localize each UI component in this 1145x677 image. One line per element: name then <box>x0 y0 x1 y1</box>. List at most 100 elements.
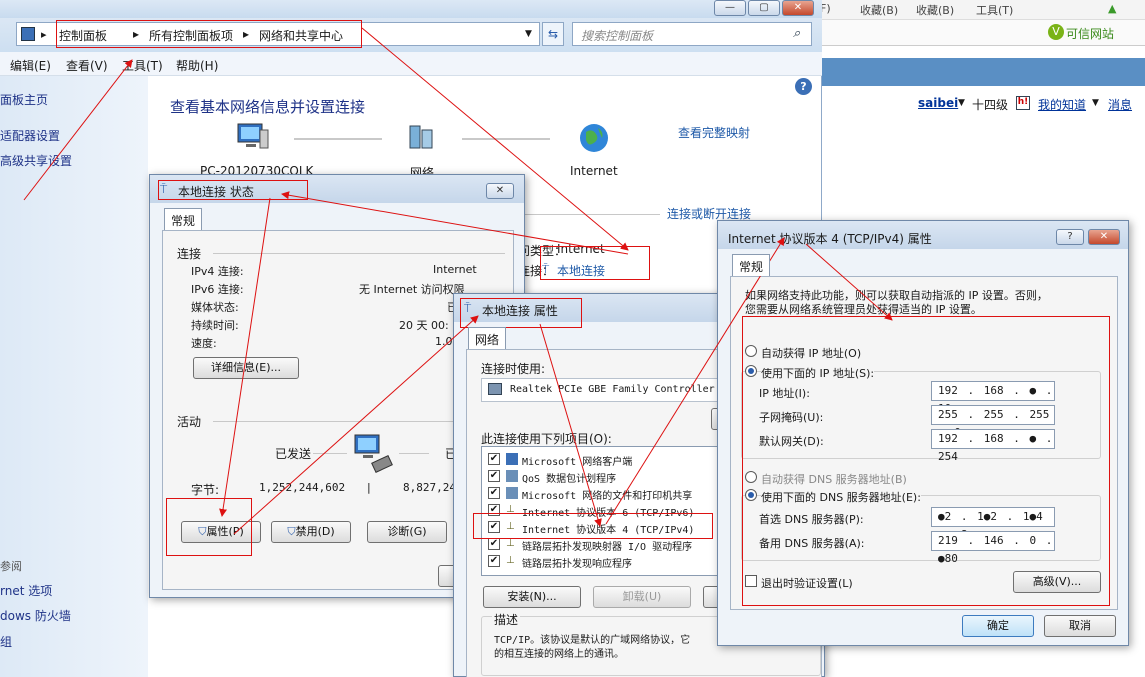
cancel-button[interactable]: 取消 <box>1044 615 1116 637</box>
cp-titlebar: — ▢ ✕ <box>0 0 822 18</box>
item-checkbox[interactable]: ✔ <box>488 555 500 567</box>
properties-button[interactable]: ⛉属性(P) <box>181 521 261 543</box>
menu-edit[interactable]: 编辑(E) <box>10 57 51 74</box>
status-row-label: 速度: <box>191 337 217 350</box>
breadcrumb-all-items[interactable]: 所有控制面板项 <box>149 27 233 44</box>
dns-alternate-label: 备用 DNS 服务器(A): <box>759 537 865 550</box>
item-checkbox[interactable]: ✔ <box>488 487 500 499</box>
search-input[interactable]: 搜索控制面板 ⌕ <box>572 22 812 46</box>
list-item-label: Internet 协议版本 6 (TCP/IPv6) <box>522 508 695 519</box>
uninstall-button[interactable]: 卸载(U) <box>593 586 691 608</box>
manual-dns-radio[interactable] <box>745 489 757 501</box>
gateway-label: 默认网关(D): <box>759 435 824 448</box>
auto-ip-radio[interactable] <box>745 345 757 357</box>
breadcrumb-separator: ▸ <box>243 27 250 41</box>
search-icon[interactable]: ⌕ <box>793 26 800 41</box>
item-checkbox[interactable]: ✔ <box>488 521 500 533</box>
diagnose-button[interactable]: 诊断(G) <box>367 521 447 543</box>
auto-dns-radio[interactable] <box>745 471 757 483</box>
computer-icon <box>236 122 270 155</box>
view-full-map-link[interactable]: 查看完整映射 <box>678 124 750 141</box>
close-button[interactable]: ✕ <box>1088 229 1120 245</box>
chevron-down-icon[interactable]: ▼ <box>958 98 965 108</box>
level-label: 十四级 <box>972 98 1009 112</box>
list-item-label: 链路层拓扑发现映射器 I/O 驱动程序 <box>522 542 693 553</box>
breadcrumb-control-panel[interactable]: 控制面板 <box>59 27 107 44</box>
trust-label[interactable]: 可信网站 <box>1066 25 1114 42</box>
chevron-down-icon[interactable]: ▼ <box>1092 98 1099 108</box>
browser-menu-item[interactable]: 收藏(B) <box>916 2 954 18</box>
browser-menu-item[interactable]: 收藏(B) <box>860 2 898 18</box>
menu-tools[interactable]: 工具(T) <box>122 57 163 74</box>
list-item-label: 链路层拓扑发现响应程序 <box>522 559 632 570</box>
close-button[interactable]: ✕ <box>782 0 814 16</box>
subnet-mask-field[interactable]: 255 . 255 . 255 . 0 <box>931 405 1055 439</box>
validate-checkbox[interactable] <box>745 575 757 587</box>
auto-dns-label[interactable]: 自动获得 DNS 服务器地址(B) <box>761 471 907 487</box>
menu-view[interactable]: 查看(V) <box>66 57 108 74</box>
status-row-value: 20 天 00: <box>399 319 449 332</box>
address-bar[interactable]: ▸ 控制面板 ▸ 所有控制面板项 ▸ 网络和共享中心 ▼ <box>16 22 540 46</box>
hi-icon: h! <box>1016 96 1030 110</box>
description-text-line2: 的相互连接的网络上的通讯。 <box>494 649 624 660</box>
item-checkbox[interactable]: ✔ <box>488 470 500 482</box>
subnet-mask-label: 子网掩码(U): <box>759 411 824 424</box>
manual-ip-label[interactable]: 使用下面的 IP 地址(S): <box>761 365 875 381</box>
ok-button[interactable]: 确定 <box>962 615 1034 637</box>
see-also-title: 参阅 <box>0 560 22 573</box>
manual-ip-radio[interactable] <box>745 365 757 377</box>
nav-adapter-settings[interactable]: 适配器设置 <box>0 127 60 144</box>
menu-help[interactable]: 帮助(H) <box>176 57 218 74</box>
nav-cp-home[interactable]: 面板主页 <box>0 91 48 108</box>
validate-label[interactable]: 退出时验证设置(L) <box>761 575 853 591</box>
bytes-sent: 1,252,244,602 <box>259 481 346 494</box>
help-icon[interactable]: ? <box>795 78 812 95</box>
chevron-down-icon[interactable]: ▼ <box>525 29 532 39</box>
close-button[interactable]: ✕ <box>486 183 514 199</box>
breadcrumb-network-center[interactable]: 网络和共享中心 <box>259 27 343 44</box>
nav-internet-options[interactable]: rnet 选项 <box>0 582 52 599</box>
refresh-icon[interactable]: ⇆ <box>542 22 564 46</box>
network-icon <box>404 122 438 155</box>
gateway-field[interactable]: 192 . 168 . ● . 254 <box>931 429 1055 463</box>
tab-general[interactable]: 常规 <box>164 208 203 230</box>
search-placeholder: 搜索控制面板 <box>581 29 654 43</box>
item-checkbox[interactable]: ✔ <box>488 504 500 516</box>
advanced-button[interactable]: 高级(V)... <box>1013 571 1101 593</box>
tab-network[interactable]: 网络 <box>468 327 507 349</box>
ip-address-label: IP 地址(I): <box>759 387 810 400</box>
auto-ip-label[interactable]: 自动获得 IP 地址(O) <box>761 345 861 361</box>
item-checkbox[interactable]: ✔ <box>488 538 500 550</box>
breadcrumb-separator: ▸ <box>133 27 140 41</box>
list-item-label: QoS 数据包计划程序 <box>522 474 617 485</box>
help-button[interactable]: ? <box>1056 229 1084 245</box>
dns-primary-label: 首选 DNS 服务器(P): <box>759 513 864 526</box>
activity-divider: | <box>367 481 371 494</box>
section-divider <box>520 214 660 215</box>
messages-link[interactable]: 消息 <box>1108 96 1132 113</box>
ip-address-field[interactable]: 192 . 168 . ● . 10 <box>931 381 1055 415</box>
nav-firewall[interactable]: dows 防火墙 <box>0 607 71 624</box>
address-row: ▸ 控制面板 ▸ 所有控制面板项 ▸ 网络和共享中心 ▼ ⇆ 搜索控制面板 ⌕ <box>0 18 822 52</box>
map-connector <box>462 138 550 140</box>
username-link[interactable]: saibei <box>918 96 958 110</box>
details-button[interactable]: 详细信息(E)... <box>193 357 299 379</box>
tab-general[interactable]: 常规 <box>732 254 771 276</box>
nav-advanced-sharing[interactable]: 高级共享设置 <box>0 152 72 169</box>
item-checkbox[interactable]: ✔ <box>488 453 500 465</box>
dns-alternate-field[interactable]: 219 . 146 . 0 . ●80 <box>931 531 1055 565</box>
maximize-button[interactable]: ▢ <box>748 0 780 16</box>
disable-button[interactable]: ⛉禁用(D) <box>271 521 351 543</box>
activity-line <box>313 453 347 454</box>
manual-dns-label[interactable]: 使用下面的 DNS 服务器地址(E): <box>761 489 921 505</box>
my-zhidao-link[interactable]: 我的知道 <box>1038 96 1086 113</box>
local-connection-link[interactable]: 本地连接 <box>557 262 605 279</box>
nav-homegroup[interactable]: 组 <box>0 633 12 650</box>
dns-primary-field[interactable]: ●2 . 1●2 . 1●4 . ●8 <box>931 507 1055 541</box>
minimize-button[interactable]: — <box>714 0 746 16</box>
status-row-label: IPv4 连接: <box>191 265 244 278</box>
items-label: 此连接使用下列项目(O): <box>481 432 612 446</box>
browser-menu-item[interactable]: 工具(T) <box>976 2 1013 18</box>
client-icon <box>506 453 518 465</box>
install-button[interactable]: 安装(N)... <box>483 586 581 608</box>
